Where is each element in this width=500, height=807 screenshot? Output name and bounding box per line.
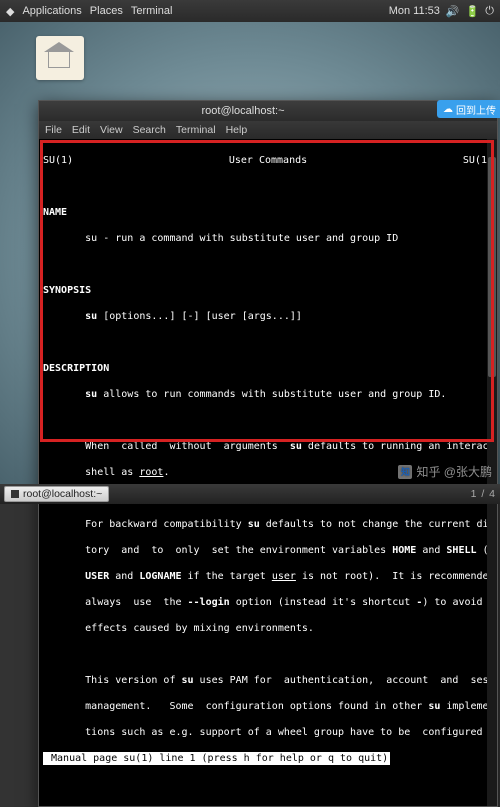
desktop[interactable]: root@localhost:~ – ▫ × File Edit View Se… xyxy=(0,22,500,484)
clock: Mon 11:53 xyxy=(389,5,440,17)
menu-terminal[interactable]: Terminal xyxy=(131,5,173,18)
terminal-app-icon xyxy=(11,490,19,498)
cloud-icon: ☁ xyxy=(443,104,453,115)
window-title: root@localhost:~ xyxy=(45,105,441,117)
gnome-bottom-panel: root@localhost:~ 1 / 4 xyxy=(0,484,500,504)
workspace-pager[interactable]: 1 / 4 xyxy=(471,488,496,500)
power-icon[interactable]: ⏻ xyxy=(485,5,494,18)
menu-help[interactable]: Help xyxy=(226,124,248,136)
menu-file[interactable]: File xyxy=(45,124,62,136)
gnome-topbar: ◆ Applications Places Terminal Mon 11:53… xyxy=(0,0,500,22)
zhihu-watermark: 知 知乎 @张大鹏 xyxy=(398,463,492,480)
menu-applications[interactable]: Applications xyxy=(22,5,81,18)
terminal-window: root@localhost:~ – ▫ × File Edit View Se… xyxy=(38,100,498,807)
taskbar-terminal-button[interactable]: root@localhost:~ xyxy=(4,486,109,502)
menu-view[interactable]: View xyxy=(100,124,123,136)
terminal-menubar: File Edit View Search Terminal Help xyxy=(39,121,497,139)
terminal-titlebar[interactable]: root@localhost:~ – ▫ × xyxy=(39,101,497,121)
battery-icon[interactable]: 🔋 xyxy=(466,5,480,18)
zhihu-logo-icon: 知 xyxy=(398,465,412,479)
menu-edit[interactable]: Edit xyxy=(72,124,90,136)
man-status-line: Manual page su(1) line 1 (press h for he… xyxy=(43,752,390,765)
menu-search[interactable]: Search xyxy=(133,124,166,136)
home-folder-icon[interactable] xyxy=(32,36,88,84)
upload-back-button[interactable]: ☁ 回到上传 xyxy=(437,100,500,118)
menu-terminal-item[interactable]: Terminal xyxy=(176,124,216,136)
volume-icon[interactable]: 🔊 xyxy=(446,5,460,18)
menu-places[interactable]: Places xyxy=(90,5,123,18)
